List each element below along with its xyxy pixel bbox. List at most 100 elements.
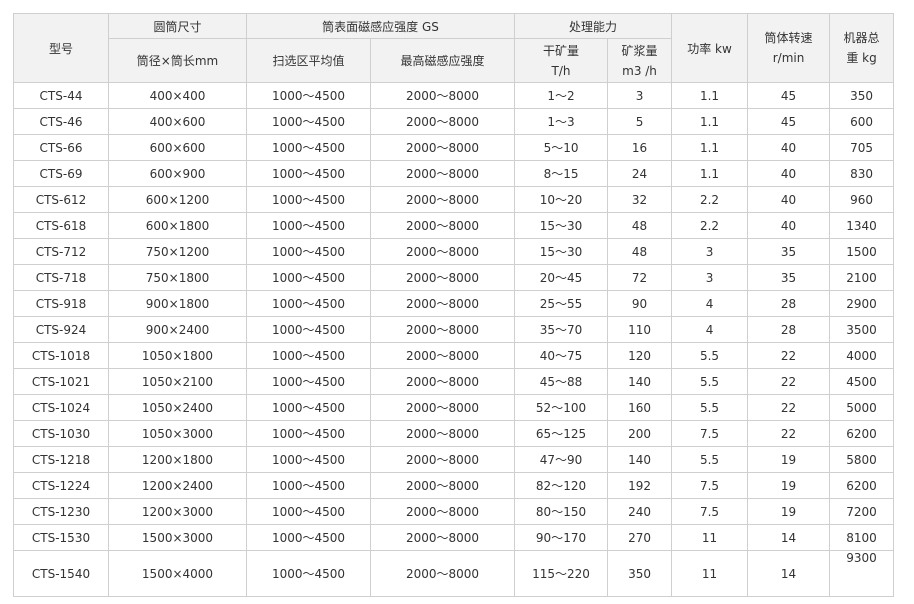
cell-field-max: 2000～8000: [369, 108, 516, 135]
cell-weight: 5000: [829, 394, 895, 421]
cell-dry-ore: 90～170: [514, 524, 609, 551]
table-row: CTS-1021 1050×2100 1000～4500 2000～8000 45～88…: [13, 368, 895, 395]
cell-dry-ore: 8～15: [514, 160, 609, 187]
cell-speed: 40: [747, 134, 831, 161]
cell-drum-size: 1050×3000: [108, 420, 247, 447]
header-weight: 机器总 重 kg: [829, 13, 895, 83]
cell-power: 5.5: [671, 394, 749, 421]
table-row: CTS-712 750×1200 1000～4500 2000～8000 15～30 48…: [13, 238, 895, 265]
cell-weight: 9300: [829, 550, 895, 597]
header-power: 功率 kw: [671, 13, 749, 83]
cell-field-avg: 1000～4500: [246, 212, 371, 239]
cell-field-max: 2000～8000: [369, 212, 516, 239]
cell-power: 2.2: [671, 186, 749, 213]
cell-speed: 22: [747, 394, 831, 421]
cell-power: 7.5: [671, 498, 749, 525]
table-row: CTS-918 900×1800 1000～4500 2000～8000 25～55 90…: [13, 290, 895, 317]
cell-slurry: 24: [607, 160, 673, 187]
header-slurry-line1: 矿浆量: [621, 43, 658, 58]
header-dry-ore-line1: 干矿量: [543, 43, 580, 58]
cell-field-max: 2000～8000: [369, 264, 516, 291]
cell-power: 1.1: [671, 108, 749, 135]
cell-slurry: 240: [607, 498, 673, 525]
header-dry-ore: 干矿量 T/h: [514, 38, 609, 83]
cell-slurry: 48: [607, 212, 673, 239]
cell-field-avg: 1000～4500: [246, 316, 371, 343]
cell-power: 1.1: [671, 82, 749, 109]
cell-weight: 960: [829, 186, 895, 213]
cell-slurry: 5: [607, 108, 673, 135]
cell-slurry: 200: [607, 420, 673, 447]
cell-power: 5.5: [671, 446, 749, 473]
cell-speed: 28: [747, 316, 831, 343]
cell-power: 3: [671, 264, 749, 291]
cell-model: CTS-46: [13, 108, 109, 135]
cell-field-max: 2000～8000: [369, 446, 516, 473]
header-slurry: 矿浆量 m3 /h: [607, 38, 673, 83]
cell-field-avg: 1000～4500: [246, 290, 371, 317]
cell-drum-size: 1200×1800: [108, 446, 247, 473]
cell-power: 4: [671, 290, 749, 317]
cell-drum-size: 1050×2400: [108, 394, 247, 421]
cell-weight: 600: [829, 108, 895, 135]
cell-drum-size: 1500×4000: [108, 550, 247, 597]
cell-dry-ore: 65～125: [514, 420, 609, 447]
cell-drum-size: 1200×3000: [108, 498, 247, 525]
header-model: 型号: [13, 13, 109, 83]
cell-dry-ore: 15～30: [514, 238, 609, 265]
cell-speed: 19: [747, 472, 831, 499]
cell-power: 11: [671, 524, 749, 551]
cell-model: CTS-69: [13, 160, 109, 187]
cell-dry-ore: 10～20: [514, 186, 609, 213]
cell-field-max: 2000～8000: [369, 472, 516, 499]
cell-model: CTS-712: [13, 238, 109, 265]
cell-model: CTS-718: [13, 264, 109, 291]
cell-weight: 830: [829, 160, 895, 187]
cell-slurry: 110: [607, 316, 673, 343]
cell-field-avg: 1000～4500: [246, 160, 371, 187]
cell-dry-ore: 47～90: [514, 446, 609, 473]
cell-power: 2.2: [671, 212, 749, 239]
cell-slurry: 140: [607, 368, 673, 395]
cell-model: CTS-924: [13, 316, 109, 343]
cell-model: CTS-1224: [13, 472, 109, 499]
cell-dry-ore: 1～3: [514, 108, 609, 135]
table-body: CTS-44 400×400 1000～4500 2000～8000 1～2 3 1.1 45…: [13, 82, 895, 597]
table-row: CTS-1218 1200×1800 1000～4500 2000～8000 47～90…: [13, 446, 895, 473]
cell-slurry: 72: [607, 264, 673, 291]
cell-weight: 1340: [829, 212, 895, 239]
cell-model: CTS-66: [13, 134, 109, 161]
cell-speed: 22: [747, 368, 831, 395]
cell-power: 4: [671, 316, 749, 343]
cell-drum-size: 400×400: [108, 82, 247, 109]
cell-power: 3: [671, 238, 749, 265]
cell-weight: 705: [829, 134, 895, 161]
table-row: CTS-66 600×600 1000～4500 2000～8000 5～10 16 1.1…: [13, 134, 895, 161]
cell-model: CTS-44: [13, 82, 109, 109]
cell-drum-size: 1050×2100: [108, 368, 247, 395]
table-row: CTS-718 750×1800 1000～4500 2000～8000 20～45 72…: [13, 264, 895, 291]
cell-drum-size: 750×1800: [108, 264, 247, 291]
table-row: CTS-1018 1050×1800 1000～4500 2000～8000 40～75…: [13, 342, 895, 369]
cell-field-max: 2000～8000: [369, 342, 516, 369]
cell-speed: 45: [747, 82, 831, 109]
cell-field-avg: 1000～4500: [246, 524, 371, 551]
cell-dry-ore: 25～55: [514, 290, 609, 317]
cell-dry-ore: 82～120: [514, 472, 609, 499]
table-header: 型号 圆筒尺寸 筒表面磁感应强度 GS 处理能力 功率 kw 筒体转速 r/mi…: [13, 13, 895, 83]
cell-drum-size: 1050×1800: [108, 342, 247, 369]
cell-dry-ore: 80～150: [514, 498, 609, 525]
cell-power: 7.5: [671, 472, 749, 499]
header-slurry-line2: m3 /h: [622, 63, 657, 78]
cell-drum-size: 1500×3000: [108, 524, 247, 551]
cell-weight: 2100: [829, 264, 895, 291]
cell-field-max: 2000～8000: [369, 134, 516, 161]
cell-slurry: 160: [607, 394, 673, 421]
header-drum-size: 圆筒尺寸: [108, 13, 247, 39]
cell-speed: 22: [747, 420, 831, 447]
cell-dry-ore: 5～10: [514, 134, 609, 161]
cell-field-avg: 1000～4500: [246, 108, 371, 135]
cell-field-avg: 1000～4500: [246, 82, 371, 109]
table-row: CTS-46 400×600 1000～4500 2000～8000 1～3 5 1.1 45…: [13, 108, 895, 135]
cell-field-max: 2000～8000: [369, 238, 516, 265]
